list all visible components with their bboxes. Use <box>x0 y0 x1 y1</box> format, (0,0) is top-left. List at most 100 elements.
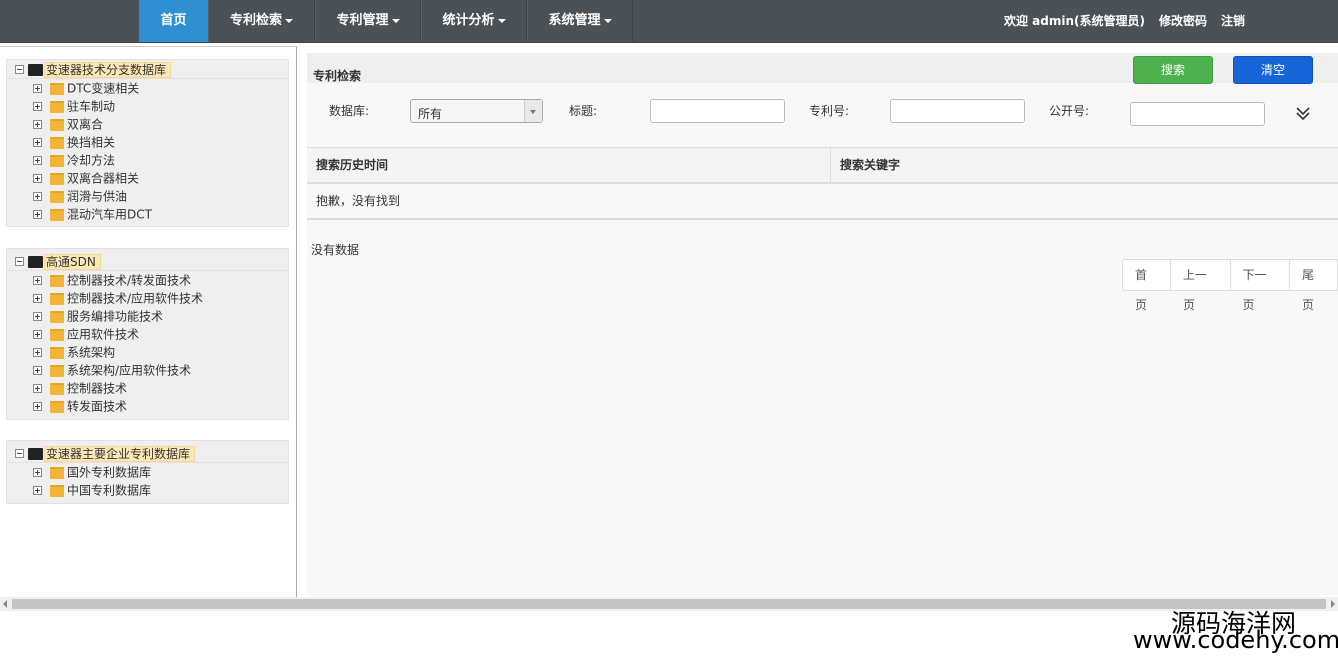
collapse-icon[interactable] <box>15 449 24 458</box>
collapse-icon[interactable] <box>15 65 24 74</box>
expand-icon[interactable] <box>33 192 42 201</box>
expand-icon[interactable] <box>33 348 42 357</box>
folder-icon <box>50 484 64 497</box>
nav-home[interactable]: 首页 <box>139 0 208 42</box>
expand-icon[interactable] <box>33 156 42 165</box>
tree-item[interactable]: 转发面技术 <box>7 397 288 415</box>
tree-item[interactable]: 双离合 <box>7 115 288 133</box>
pager-last[interactable]: 尾页 <box>1289 259 1338 312</box>
database-select[interactable]: 所有 <box>410 99 543 123</box>
publication-no-input[interactable] <box>1130 102 1265 126</box>
expand-icon[interactable] <box>33 330 42 339</box>
tree-item[interactable]: 混动汽车用DCT <box>7 205 288 223</box>
tree-qualcomm-sdn: 高通SDN 控制器技术/转发面技术 控制器技术/应用软件技术 服务编排功能技术 … <box>6 248 289 420</box>
tree-root[interactable]: 变速器主要企业专利数据库 <box>7 444 288 463</box>
folder-icon <box>50 82 64 95</box>
folder-icon <box>50 364 64 377</box>
change-password-link[interactable]: 修改密码 <box>1159 0 1207 42</box>
folder-icon <box>50 118 64 131</box>
tree-item[interactable]: 系统架构 <box>7 343 288 361</box>
table-header: 搜索历史时间 搜索关键字 <box>307 147 1338 184</box>
collapse-icon[interactable] <box>15 257 24 266</box>
tree-item[interactable]: 中国专利数据库 <box>7 481 288 499</box>
folder-icon <box>50 292 64 305</box>
scroll-right-icon[interactable] <box>1331 600 1335 608</box>
pager-next[interactable]: 下一页 <box>1229 259 1290 312</box>
welcome-text: 欢迎 admin(系统管理员) <box>1003 14 1145 28</box>
horizontal-scrollbar[interactable] <box>0 597 1338 611</box>
title-input[interactable] <box>650 99 785 123</box>
tree-item[interactable]: 双离合器相关 <box>7 169 288 187</box>
expand-icon[interactable] <box>33 468 42 477</box>
expand-icon[interactable] <box>33 294 42 303</box>
double-chevron-down-icon[interactable] <box>1295 105 1311 121</box>
user-area: 欢迎 admin(系统管理员) 修改密码 注销 <box>1004 0 1245 42</box>
tree-main-enterprise: 变速器主要企业专利数据库 国外专利数据库 中国专利数据库 <box>6 440 289 504</box>
expand-icon[interactable] <box>33 366 42 375</box>
tree-root[interactable]: 高通SDN <box>7 252 288 271</box>
folder-icon <box>50 310 64 323</box>
table-empty-row: 抱歉，没有找到 <box>307 184 1338 220</box>
patent-no-label: 专利号: <box>809 104 850 118</box>
folder-icon <box>50 172 64 185</box>
expand-icon[interactable] <box>33 120 42 129</box>
nav-patent-search[interactable]: 专利检索 <box>208 0 315 42</box>
main-content: 专利检索 搜索 清空 数据库: 所有 标题: 专利号: 公开号: 搜索历史时间 … <box>307 53 1338 596</box>
expand-icon[interactable] <box>33 102 42 111</box>
tree-item[interactable]: 国外专利数据库 <box>7 463 288 481</box>
nav-statistics[interactable]: 统计分析 <box>421 0 527 42</box>
watermark-url: www.codehy.com <box>1133 626 1338 654</box>
folder-icon <box>50 154 64 167</box>
top-navbar: 首页 专利检索 专利管理 统计分析 系统管理 欢迎 admin(系统管理员) 修… <box>0 0 1338 43</box>
nav-system-management[interactable]: 系统管理 <box>527 0 633 42</box>
expand-icon[interactable] <box>33 402 42 411</box>
expand-icon[interactable] <box>33 384 42 393</box>
tree-item[interactable]: 驻车制动 <box>7 97 288 115</box>
tree-root[interactable]: 变速器技术分支数据库 <box>7 60 288 79</box>
database-icon <box>28 63 43 76</box>
chevron-down-icon <box>497 18 506 23</box>
pager-first[interactable]: 首页 <box>1122 259 1171 312</box>
search-button[interactable]: 搜索 <box>1133 56 1213 84</box>
folder-icon <box>50 190 64 203</box>
tree-item[interactable]: 应用软件技术 <box>7 325 288 343</box>
publication-no-label: 公开号: <box>1049 104 1090 118</box>
expand-icon[interactable] <box>33 486 42 495</box>
folder-icon <box>50 136 64 149</box>
scroll-left-icon[interactable] <box>3 600 7 608</box>
tree-item[interactable]: 换挡相关 <box>7 133 288 151</box>
database-label: 数据库: <box>329 104 370 118</box>
tree-item[interactable]: 控制器技术/应用软件技术 <box>7 289 288 307</box>
expand-icon[interactable] <box>33 138 42 147</box>
clear-button[interactable]: 清空 <box>1233 56 1313 84</box>
tree-item[interactable]: 服务编排功能技术 <box>7 307 288 325</box>
scrollbar-thumb[interactable] <box>12 599 1326 609</box>
tree-item[interactable]: 系统架构/应用软件技术 <box>7 361 288 379</box>
tree-item[interactable]: DTC变速相关 <box>7 79 288 97</box>
nav-patent-management[interactable]: 专利管理 <box>315 0 421 42</box>
chevron-down-icon <box>391 18 400 23</box>
logout-link[interactable]: 注销 <box>1221 0 1245 42</box>
search-history-table: 搜索历史时间 搜索关键字 抱歉，没有找到 <box>307 147 1338 220</box>
pager-prev[interactable]: 上一页 <box>1170 259 1231 312</box>
expand-icon[interactable] <box>33 312 42 321</box>
tree-item[interactable]: 润滑与供油 <box>7 187 288 205</box>
folder-icon <box>50 100 64 113</box>
expand-icon[interactable] <box>33 84 42 93</box>
title-label: 标题: <box>569 104 598 118</box>
tree-item[interactable]: 控制器技术/转发面技术 <box>7 271 288 289</box>
pagination: 首页 上一页 下一页 尾页 <box>1122 259 1338 312</box>
column-header-history-time: 搜索历史时间 <box>307 148 831 182</box>
tree-transmission-branch: 变速器技术分支数据库 DTC变速相关 驻车制动 双离合 换挡相关 冷却方法 双离… <box>6 59 289 227</box>
expand-icon[interactable] <box>33 210 42 219</box>
folder-icon <box>50 382 64 395</box>
column-header-keyword: 搜索关键字 <box>840 158 901 172</box>
tree-item[interactable]: 冷却方法 <box>7 151 288 169</box>
patent-no-input[interactable] <box>890 99 1025 123</box>
tree-item[interactable]: 控制器技术 <box>7 379 288 397</box>
expand-icon[interactable] <box>33 276 42 285</box>
left-tree-panel: 变速器技术分支数据库 DTC变速相关 驻车制动 双离合 换挡相关 冷却方法 双离… <box>0 46 297 597</box>
folder-icon <box>50 274 64 287</box>
expand-icon[interactable] <box>33 174 42 183</box>
chevron-down-icon <box>285 18 293 23</box>
